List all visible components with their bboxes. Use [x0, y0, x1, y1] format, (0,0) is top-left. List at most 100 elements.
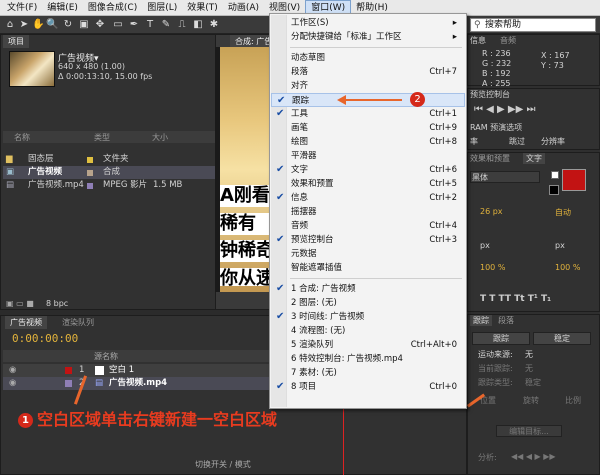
header-size[interactable]: 大小 — [152, 132, 168, 143]
tab-tracker[interactable]: 跟踪 — [470, 315, 492, 326]
visibility-icon[interactable]: ◉ — [9, 377, 16, 390]
stabilize-button[interactable]: 稳定 — [533, 332, 591, 345]
menu-item[interactable]: 元数据 — [271, 247, 465, 261]
menu-item[interactable]: 画笔 Ctrl+9 — [271, 121, 465, 135]
menu-item[interactable]: 5 渲染队列 Ctrl+Alt+0 — [271, 338, 465, 352]
header-name[interactable]: 名称 — [14, 132, 30, 143]
menu-item[interactable]: ✔ 信息 Ctrl+2 — [271, 191, 465, 205]
menu-1[interactable]: 编辑(E) — [42, 0, 83, 16]
track-motion-button[interactable]: 跟踪 — [472, 332, 530, 345]
menu-item[interactable]: 2 图层: (无) — [271, 296, 465, 310]
menu-4[interactable]: 效果(T) — [182, 0, 223, 16]
toggle-switches-modes[interactable]: 切换开关 / 模式 — [195, 459, 251, 470]
tab-timeline[interactable]: 广告视频 — [5, 316, 47, 329]
vertical-scale-value[interactable]: 100 % — [480, 263, 505, 272]
menu-item[interactable]: 对齐 — [271, 79, 465, 93]
tab-character[interactable]: 文字 — [523, 153, 545, 164]
ram-preview-options[interactable]: RAM 预演选项 — [470, 122, 522, 133]
menu-item[interactable]: 智能遮罩插值 — [271, 261, 465, 275]
menu-item[interactable]: 平滑器 — [271, 149, 465, 163]
horizontal-scale-value[interactable]: 100 % — [555, 263, 580, 272]
menu-item[interactable]: 音频 Ctrl+4 — [271, 219, 465, 233]
black-swatch[interactable] — [549, 185, 559, 195]
tab-effects-presets[interactable]: 效果和预置 — [470, 153, 510, 164]
tab-paragraph[interactable]: 段落 — [498, 315, 514, 326]
camera-tool-icon[interactable]: ▣ — [78, 19, 90, 31]
menu-0[interactable]: 文件(F) — [2, 0, 42, 16]
menu-item[interactable]: ✔ 预览控制台 Ctrl+3 — [271, 233, 465, 247]
menu-item[interactable]: 摇摆器 — [271, 205, 465, 219]
type-tool-icon[interactable]: T — [144, 19, 156, 31]
info-g: G : 232 — [482, 59, 512, 68]
mask-tool-icon[interactable]: ▭ — [112, 19, 124, 31]
analyze-buttons-icon[interactable]: ◀◀ ◀ ▶ ▶▶ — [511, 452, 556, 461]
menu-item[interactable]: ✔ 文字 Ctrl+6 — [271, 163, 465, 177]
menu-item[interactable]: 7 素材: (无) — [271, 366, 465, 380]
stroke-color-swatch[interactable] — [551, 171, 559, 179]
font-size-value[interactable]: 26 px — [480, 207, 503, 216]
search-input[interactable]: ⚲ 搜索帮助 — [470, 18, 596, 32]
baseline-unit[interactable]: px — [555, 241, 565, 250]
stroke-width-unit[interactable]: px — [480, 241, 490, 250]
track-type-select[interactable]: 稳定 — [525, 377, 541, 388]
menu-item-label: 3 时间线: 广告视频 — [291, 312, 365, 322]
bpc-label[interactable]: 8 bpc — [46, 299, 68, 308]
leading-value[interactable]: 自动 — [555, 207, 571, 218]
menu-item[interactable]: 绘图 Ctrl+8 — [271, 135, 465, 149]
zoom-tool-icon[interactable]: 🔍 — [46, 19, 58, 31]
list-item[interactable]: ▤ 广告视频.mp4 MPEG 影片 1.5 MB — [3, 179, 215, 192]
window-menu-dropdown: 工作区(S) ▸ 分配快捷键给「标准」工作区 ▸ 动态草图 段落 Ctrl+7 对齐 ✔ 跟踪 ✔ 工… — [269, 13, 467, 409]
text-style-buttons-icon[interactable]: T T TT Tt T¹ T₁ — [480, 294, 551, 304]
tab-render-queue[interactable]: 渲染队列 — [57, 316, 99, 329]
menu-item[interactable]: 工作区(S) ▸ — [271, 16, 465, 30]
menu-item[interactable]: ✔ 1 合成: 广告视频 — [271, 282, 465, 296]
puppet-tool-icon[interactable]: ✱ — [208, 19, 220, 31]
home-icon[interactable]: ⌂ — [4, 19, 16, 31]
eraser-tool-icon[interactable]: ◧ — [192, 19, 204, 31]
edit-target-button[interactable]: 编辑目标... — [496, 425, 562, 437]
menu-item[interactable]: ✔ 8 项目 Ctrl+0 — [271, 380, 465, 394]
menu-3[interactable]: 图层(L) — [142, 0, 182, 16]
scale-checkbox[interactable]: 比例 — [565, 395, 581, 406]
stamp-tool-icon[interactable]: ⎍ — [176, 19, 188, 31]
playback-controls-icon[interactable]: ⏮ ◀ ▶ ▶▶ ⏭ — [474, 104, 535, 115]
menu-item[interactable]: 4 流程图: (无) — [271, 324, 465, 338]
rotate-tool-icon[interactable]: ↻ — [62, 19, 74, 31]
font-family-select[interactable]: 黑体 — [472, 172, 488, 183]
pen-tool-icon[interactable]: ✒ — [128, 19, 140, 31]
menu-item[interactable]: 效果和预置 Ctrl+5 — [271, 177, 465, 191]
tab-preview[interactable]: 预览控制台 — [470, 89, 510, 100]
visibility-icon[interactable]: ◉ — [9, 364, 16, 377]
tab-info[interactable]: 信息 — [470, 35, 486, 46]
menu-item-label: 工作区(S) — [291, 18, 329, 28]
list-item[interactable]: ▆ 固态层 文件夹 — [3, 153, 215, 166]
brush-tool-icon[interactable]: ✎ — [160, 19, 172, 31]
check-icon: ✔ — [276, 108, 285, 119]
pan-tool-icon[interactable]: ✥ — [94, 19, 106, 31]
fill-color-swatch[interactable] — [562, 169, 586, 191]
menu-item[interactable]: 动态草图 — [271, 51, 465, 65]
menu-item-label: 绘图 — [291, 137, 309, 147]
menu-item[interactable]: ✔ 3 时间线: 广告视频 — [271, 310, 465, 324]
menu-item-shortcut: ▸ — [452, 18, 457, 28]
timeline-current-time[interactable]: 0:00:00:00 — [12, 332, 78, 345]
check-icon: ✔ — [276, 311, 285, 322]
menu-item[interactable]: 段落 Ctrl+7 — [271, 65, 465, 79]
tab-project[interactable]: 项目 — [3, 35, 29, 48]
tab-audio[interactable]: 音频 — [500, 35, 516, 46]
interpret-footage-icon[interactable]: ▣ ▭ ■ — [6, 299, 34, 308]
rotation-checkbox[interactable]: 旋转 — [523, 395, 539, 406]
menu-2[interactable]: 图像合成(C) — [83, 0, 142, 16]
select-tool-icon[interactable]: ➤ — [18, 19, 30, 31]
header-type[interactable]: 类型 — [94, 132, 110, 143]
motion-source-select[interactable]: 无 — [525, 349, 533, 360]
menu-item[interactable]: 分配快捷键给「标准」工作区 ▸ — [271, 30, 465, 44]
list-item[interactable]: ▣ 广告视频 合成 — [3, 166, 215, 179]
menu-5[interactable]: 动画(A) — [223, 0, 264, 16]
menu-item[interactable]: 6 特效控制台: 广告视频.mp4 — [271, 352, 465, 366]
hand-tool-icon[interactable]: ✋ — [32, 19, 44, 31]
menu-item[interactable]: ✔ 工具 Ctrl+1 — [271, 107, 465, 121]
menu-item-label: 效果和预置 — [291, 179, 334, 189]
viewer-text-2: 稀有 — [220, 213, 270, 235]
current-track-select[interactable]: 无 — [525, 363, 533, 374]
